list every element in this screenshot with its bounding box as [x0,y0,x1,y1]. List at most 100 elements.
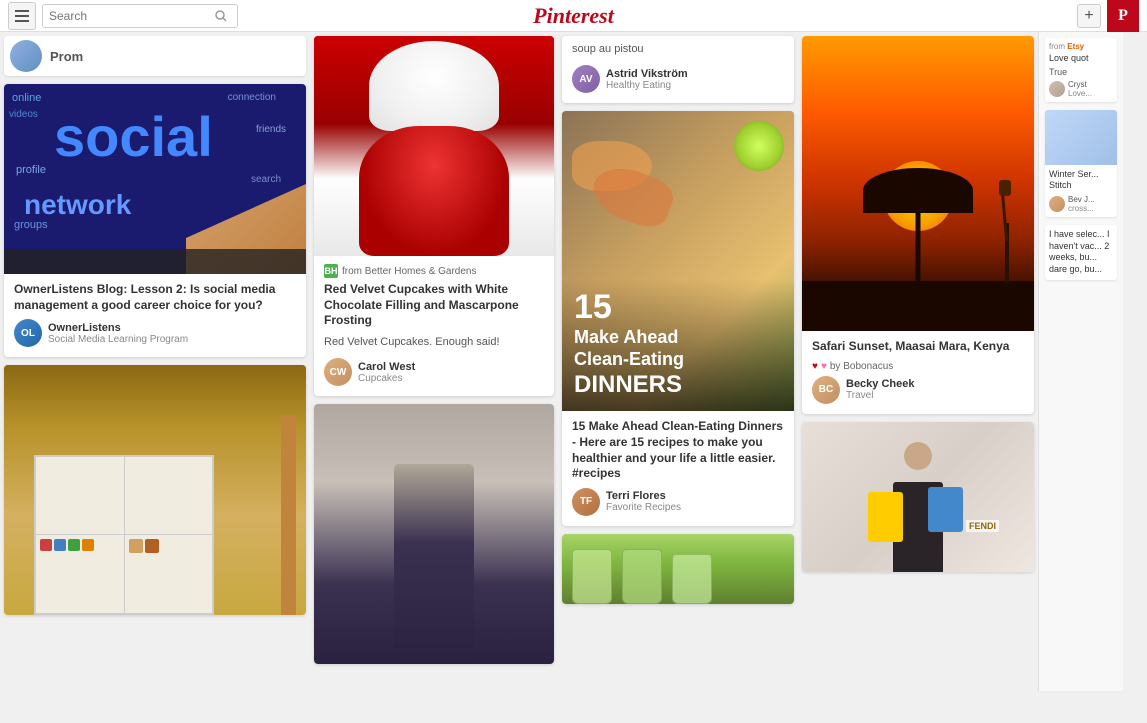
soup-user[interactable]: AV Astrid Vikström Healthy Eating [572,65,784,93]
social-user-board: Social Media Learning Program [48,334,188,345]
fendi-text: FENDI [966,520,999,532]
winter-title: Winter Ser... [1049,169,1113,181]
shrimp-number: 15 [574,287,782,328]
jeans-silhouette [394,464,474,664]
safari-user[interactable]: BC Becky Cheek Travel [812,376,1024,404]
love-quote-user[interactable]: Cryst Love... [1049,80,1113,98]
top-navigation: Pinterest + P [0,0,1147,32]
astrid-name: Astrid Vikström [606,68,688,80]
main-content: Prom online connection videos friends so… [0,32,1147,691]
nav-right: + P [1077,0,1139,32]
cupcake-user-info: Carol West Cupcakes [358,361,415,384]
cupcake-card[interactable]: BH from Better Homes & Gardens Red Velve… [314,36,554,396]
carol-west-avatar: CW [324,358,352,386]
shopping-image: FENDI [802,422,1034,572]
cupcake-user-name: Carol West [358,361,415,373]
love-quote-body: True [1049,67,1113,77]
dinners-card[interactable]: 15 Make Ahead Clean-Eating DINNERS 15 Ma… [562,111,794,525]
right-top-content: from Etsy Love quot True Cryst Love... [1045,38,1117,102]
cupcake-source: BH from Better Homes & Gardens [324,264,544,278]
giraffe-neck [1001,191,1008,241]
astrid-board: Healthy Eating [606,80,688,91]
safari-ground [802,281,1034,331]
love-quote-title: Love quot [1049,53,1113,65]
safari-card-content: Safari Sunset, Maasai Mara, Kenya ♥ ♥ by… [802,331,1034,414]
keyboard-decoration [4,249,306,274]
tree-top [863,168,973,213]
add-button[interactable]: + [1077,4,1101,28]
prom-row[interactable]: Prom [4,36,306,76]
bev-user-info: Bev J... cross... [1068,195,1095,213]
dinners-user[interactable]: TF Terri Flores Favorite Recipes [572,488,784,516]
shrimp-overlay: 15 Make Ahead Clean-Eating DINNERS [562,279,794,412]
owner-listens-avatar: OL [14,319,42,347]
winter-user[interactable]: Bev J... cross... [1049,195,1113,213]
cupcake-source-name: from Better Homes & Gardens [342,266,477,277]
right-top-card[interactable]: from Etsy Love quot True Cryst Love... [1045,38,1117,102]
bev-avatar [1049,196,1065,212]
terri-name: Terri Flores [606,490,681,502]
astrid-avatar: AV [572,65,600,93]
make-ahead-label: Make Ahead [574,327,782,349]
menu-button[interactable] [8,2,36,30]
soup-card[interactable]: soup au pistou AV Astrid Vikström Health… [562,36,794,103]
column-2: BH from Better Homes & Gardens Red Velve… [310,32,558,691]
ladder [281,415,296,615]
furniture-card[interactable] [4,365,306,615]
jar-3 [672,554,712,604]
etsy-source-name: Etsy [1067,42,1084,51]
text-quote-card[interactable]: I have selec... I haven't vac... 2 weeks… [1045,225,1117,280]
pinterest-logo[interactable]: Pinterest [533,3,614,29]
shopping-card[interactable]: FENDI [802,422,1034,572]
frosting [369,41,499,131]
cupcake-desc: Red Velvet Cupcakes. Enough said! [324,335,544,350]
winter-stitch-image [1045,110,1117,165]
safari-card[interactable]: Safari Sunset, Maasai Mara, Kenya ♥ ♥ by… [802,36,1034,414]
social-media-image: online connection videos friends social … [4,84,306,274]
heart-pink-icon: ♥ [821,361,827,372]
tree-trunk [916,203,921,283]
furniture-image [4,365,306,615]
dinners-user-info: Terri Flores Favorite Recipes [606,490,681,513]
bev-board: cross... [1068,204,1095,213]
winter-stitch-content: Winter Ser... Stitch Bev J... cross... [1045,165,1117,217]
column-4: Safari Sunset, Maasai Mara, Kenya ♥ ♥ by… [798,32,1038,691]
safari-by: by Bobonacus [830,361,893,372]
terri-avatar: TF [572,488,600,516]
soup-text: soup au pistou [572,42,784,57]
cabinet [34,455,214,615]
dinners-card-content: 15 Make Ahead Clean-Eating Dinners - Her… [562,411,794,525]
social-media-card[interactable]: online connection videos friends social … [4,84,306,357]
cryst-name: Cryst [1068,80,1092,89]
social-card-user[interactable]: OL OwnerListens Social Media Learning Pr… [14,319,296,347]
winter-stitch-card[interactable]: Winter Ser... Stitch Bev J... cross... [1045,110,1117,217]
better-homes-icon: BH [324,264,338,278]
cryst-user-info: Cryst Love... [1068,80,1092,98]
clean-eating-label: Clean-Eating [574,349,782,371]
pinterest-p-button[interactable]: P [1107,0,1139,32]
prom-avatar [10,40,42,72]
shrimp-image: 15 Make Ahead Clean-Eating DINNERS [562,111,794,411]
jars-card[interactable] [562,534,794,604]
social-user-info: OwnerListens Social Media Learning Progr… [48,322,188,345]
search-icon[interactable] [211,6,231,26]
cupcake-user[interactable]: CW Carol West Cupcakes [324,358,544,386]
social-card-content: OwnerListens Blog: Lesson 2: Is social m… [4,274,306,357]
terri-board: Favorite Recipes [606,502,681,513]
soup-card-content: soup au pistou AV Astrid Vikström Health… [562,36,794,103]
cupcake-title: Red Velvet Cupcakes with White Chocolate… [324,282,544,329]
right-top-source: from Etsy [1049,42,1113,51]
search-input[interactable] [49,9,211,23]
column-1: Prom online connection videos friends so… [0,32,310,691]
social-card-title: OwnerListens Blog: Lesson 2: Is social m… [14,282,296,313]
jar-1 [572,549,612,604]
prom-label: Prom [50,49,83,64]
becky-board: Travel [846,390,915,401]
cryst-avatar [1049,81,1065,97]
cupcake-card-content: BH from Better Homes & Gardens Red Velve… [314,256,554,396]
quote-body: I have selec... I haven't vac... 2 weeks… [1049,229,1113,276]
fashion-card[interactable] [314,404,554,664]
text-quote-content: I have selec... I haven't vac... 2 weeks… [1045,225,1117,280]
search-bar[interactable] [42,4,238,28]
cupcake-body [359,126,509,256]
